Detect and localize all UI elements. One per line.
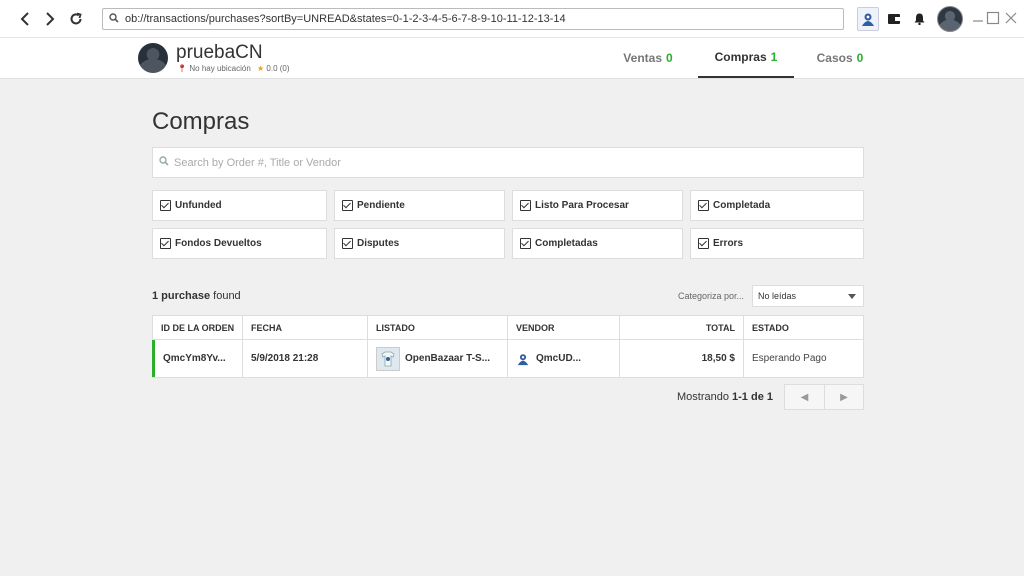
results-count-suffix: found xyxy=(210,290,241,302)
vendor-cell: QmcUD... xyxy=(508,340,620,377)
checkbox-checked-icon[interactable] xyxy=(160,200,171,211)
column-header-vendor[interactable]: VENDOR xyxy=(508,316,620,339)
checkbox-checked-icon[interactable] xyxy=(160,238,171,249)
minimize-icon[interactable] xyxy=(971,11,985,25)
purchases-table: ID DE LA ORDEN FECHA LISTADO VENDOR TOTA… xyxy=(152,315,864,378)
sort-select[interactable]: No leídas xyxy=(752,285,864,307)
pagination-range: 1-1 de 1 xyxy=(732,391,773,403)
sort-value: No leídas xyxy=(758,291,797,301)
search-icon xyxy=(109,12,119,26)
search-placeholder: Search by Order #, Title or Vendor xyxy=(174,156,341,169)
profile-rating: 0.0 (0) xyxy=(266,64,290,73)
reload-icon[interactable] xyxy=(66,9,86,29)
url-text: ob://transactions/purchases?sortBy=UNREA… xyxy=(125,13,566,25)
tab-casos[interactable]: Casos 0 xyxy=(806,38,874,78)
column-header-listing[interactable]: LISTADO xyxy=(368,316,508,339)
tab-ventas[interactable]: Ventas 0 xyxy=(610,38,686,78)
status-cell: Esperando Pago xyxy=(752,353,827,364)
location-pin-icon: 📍︎ xyxy=(177,64,188,73)
date-cell: 5/9/2018 21:28 xyxy=(243,340,368,377)
profile-meta: 📍︎ No hay ubicación ★ 0.0 (0) xyxy=(177,64,290,73)
checkbox-checked-icon[interactable] xyxy=(698,238,709,249)
prev-page-button[interactable]: ◀︎ xyxy=(785,385,824,409)
column-header-total[interactable]: TOTAL xyxy=(620,316,744,339)
filter-fondos-devueltos[interactable]: Fondos Devueltos xyxy=(152,228,327,259)
filter-completadas[interactable]: Completadas xyxy=(512,228,683,259)
filter-label: Listo Para Procesar xyxy=(535,200,629,211)
profile-name[interactable]: pruebaCN xyxy=(176,42,263,64)
table-row[interactable]: QmcYm8Yv... 5/9/2018 21:28 OpenBazaar T-… xyxy=(152,340,863,377)
back-icon[interactable] xyxy=(15,9,35,29)
profile-location: No hay ubicación xyxy=(189,64,251,73)
filter-label: Disputes xyxy=(357,238,400,249)
listing-title: OpenBazaar T-S... xyxy=(405,353,491,364)
filter-label: Errors xyxy=(713,238,744,249)
sort-label: Categoriza por... xyxy=(678,291,745,301)
checkbox-checked-icon[interactable] xyxy=(520,200,531,211)
tab-count: 0 xyxy=(856,51,864,65)
results-count-number: 1 purchase xyxy=(152,290,211,302)
checkbox-checked-icon[interactable] xyxy=(520,238,531,249)
maximize-icon[interactable] xyxy=(986,11,1000,25)
chevron-left-icon: ◀︎ xyxy=(800,391,809,403)
chevron-right-icon: ▶︎ xyxy=(840,391,848,403)
column-header-date[interactable]: FECHA xyxy=(243,316,368,339)
pagination-controls: ◀︎ ▶︎ xyxy=(784,384,864,410)
column-header-order-id[interactable]: ID DE LA ORDEN xyxy=(153,316,243,339)
forward-icon[interactable] xyxy=(40,9,60,29)
browser-toolbar: ob://transactions/purchases?sortBy=UNREA… xyxy=(0,0,1024,38)
pagination-info: Mostrando 1-1 de 1 xyxy=(677,391,773,403)
checkbox-checked-icon[interactable] xyxy=(342,238,353,249)
order-id-cell: QmcYm8Yv... xyxy=(155,340,243,377)
listing-cell: OpenBazaar T-S... xyxy=(368,340,508,377)
filter-completada[interactable]: Completada xyxy=(690,190,864,221)
tab-compras[interactable]: Compras 1 xyxy=(698,38,794,78)
chevron-down-icon xyxy=(848,294,856,299)
address-bar[interactable]: ob://transactions/purchases?sortBy=UNREA… xyxy=(102,8,844,30)
results-count: 1 purchase found xyxy=(152,290,241,302)
search-input[interactable]: Search by Order #, Title or Vendor xyxy=(152,147,864,178)
listing-thumbnail xyxy=(376,346,400,371)
user-avatar[interactable] xyxy=(937,6,963,32)
bell-icon[interactable] xyxy=(911,7,927,31)
checkbox-checked-icon[interactable] xyxy=(698,200,709,211)
column-header-status[interactable]: ESTADO xyxy=(744,316,863,339)
tab-label: Ventas xyxy=(623,51,662,65)
filter-label: Completadas xyxy=(535,238,598,249)
search-icon xyxy=(159,156,169,169)
tab-count: 0 xyxy=(666,51,673,65)
vendor-avatar-icon xyxy=(516,352,530,366)
filter-disputes[interactable]: Disputes xyxy=(334,228,505,259)
tab-count: 1 xyxy=(770,50,778,64)
filter-label: Unfunded xyxy=(175,200,222,211)
pagination-prefix: Mostrando xyxy=(677,391,733,403)
wallet-icon[interactable] xyxy=(886,7,902,31)
checkbox-checked-icon[interactable] xyxy=(342,200,353,211)
filter-listo-para-procesar[interactable]: Listo Para Procesar xyxy=(512,190,683,221)
filter-label: Fondos Devueltos xyxy=(175,238,262,249)
filter-pendiente[interactable]: Pendiente xyxy=(334,190,505,221)
next-page-button[interactable]: ▶︎ xyxy=(823,385,863,409)
star-icon: ★ xyxy=(257,64,265,73)
tab-label: Casos xyxy=(816,51,853,65)
page-title: Compras xyxy=(152,108,250,135)
profile-header: pruebaCN 📍︎ No hay ubicación ★ 0.0 (0) V… xyxy=(0,38,1024,79)
close-icon[interactable] xyxy=(1004,11,1018,25)
tab-label: Compras xyxy=(714,50,767,64)
filter-errors[interactable]: Errors xyxy=(690,228,864,259)
filter-unfunded[interactable]: Unfunded xyxy=(152,190,327,221)
node-status-icon[interactable] xyxy=(857,7,879,31)
filter-label: Completada xyxy=(713,200,771,211)
profile-avatar[interactable] xyxy=(138,43,168,73)
total-cell: 18,50 $ xyxy=(620,340,744,377)
vendor-name: QmcUD... xyxy=(536,353,582,364)
table-header: ID DE LA ORDEN FECHA LISTADO VENDOR TOTA… xyxy=(153,316,863,340)
filter-label: Pendiente xyxy=(357,200,405,211)
